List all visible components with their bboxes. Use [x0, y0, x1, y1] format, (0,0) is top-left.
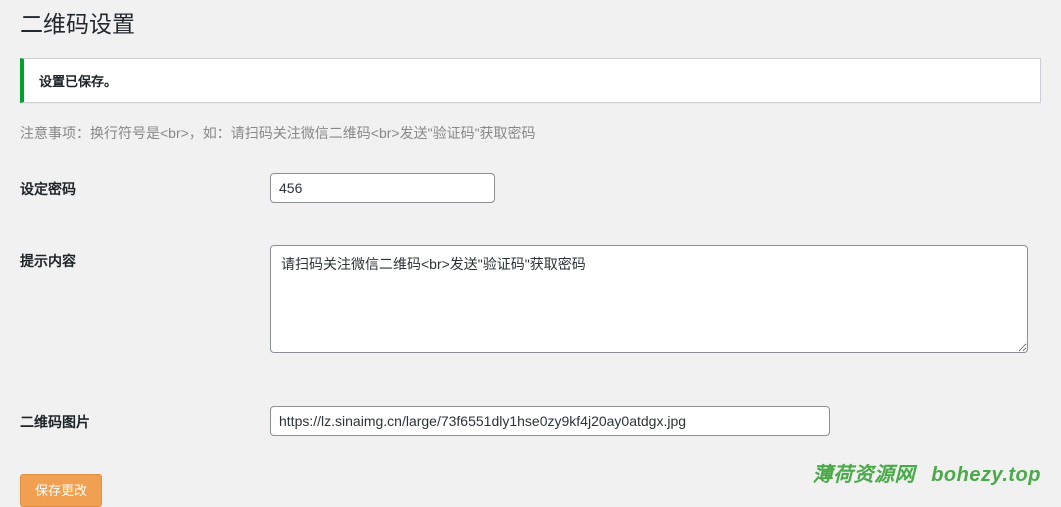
row-qrimage: 二维码图片 [20, 406, 1041, 436]
page-title: 二维码设置 [20, 10, 1041, 40]
watermark-domain: bohezy.top [931, 464, 1041, 486]
hint-textarea[interactable]: 请扫码关注微信二维码<br>发送"验证码"获取密码 [270, 245, 1028, 353]
label-qrimage: 二维码图片 [20, 406, 270, 432]
save-button[interactable]: 保存更改 [20, 474, 102, 507]
qrimage-input[interactable] [270, 406, 830, 436]
note-text: 注意事项：换行符号是<br>，如：请扫码关注微信二维码<br>发送"验证码"获取… [20, 123, 1041, 143]
field-hint: 请扫码关注微信二维码<br>发送"验证码"获取密码 [270, 245, 1041, 356]
field-qrimage [270, 406, 1041, 436]
notice-success: 设置已保存。 [20, 58, 1041, 103]
row-password: 设定密码 [20, 173, 1041, 203]
label-hint: 提示内容 [20, 245, 270, 271]
field-password [270, 173, 1041, 203]
row-hint: 提示内容 请扫码关注微信二维码<br>发送"验证码"获取密码 [20, 245, 1041, 356]
label-password: 设定密码 [20, 173, 270, 199]
watermark-site: 薄荷资源网 [813, 464, 916, 486]
settings-form: 设定密码 提示内容 请扫码关注微信二维码<br>发送"验证码"获取密码 二维码图… [20, 173, 1041, 436]
watermark: 薄荷资源网 bohezy.top [813, 458, 1041, 487]
notice-message: 设置已保存。 [39, 71, 1025, 90]
password-input[interactable] [270, 173, 495, 203]
